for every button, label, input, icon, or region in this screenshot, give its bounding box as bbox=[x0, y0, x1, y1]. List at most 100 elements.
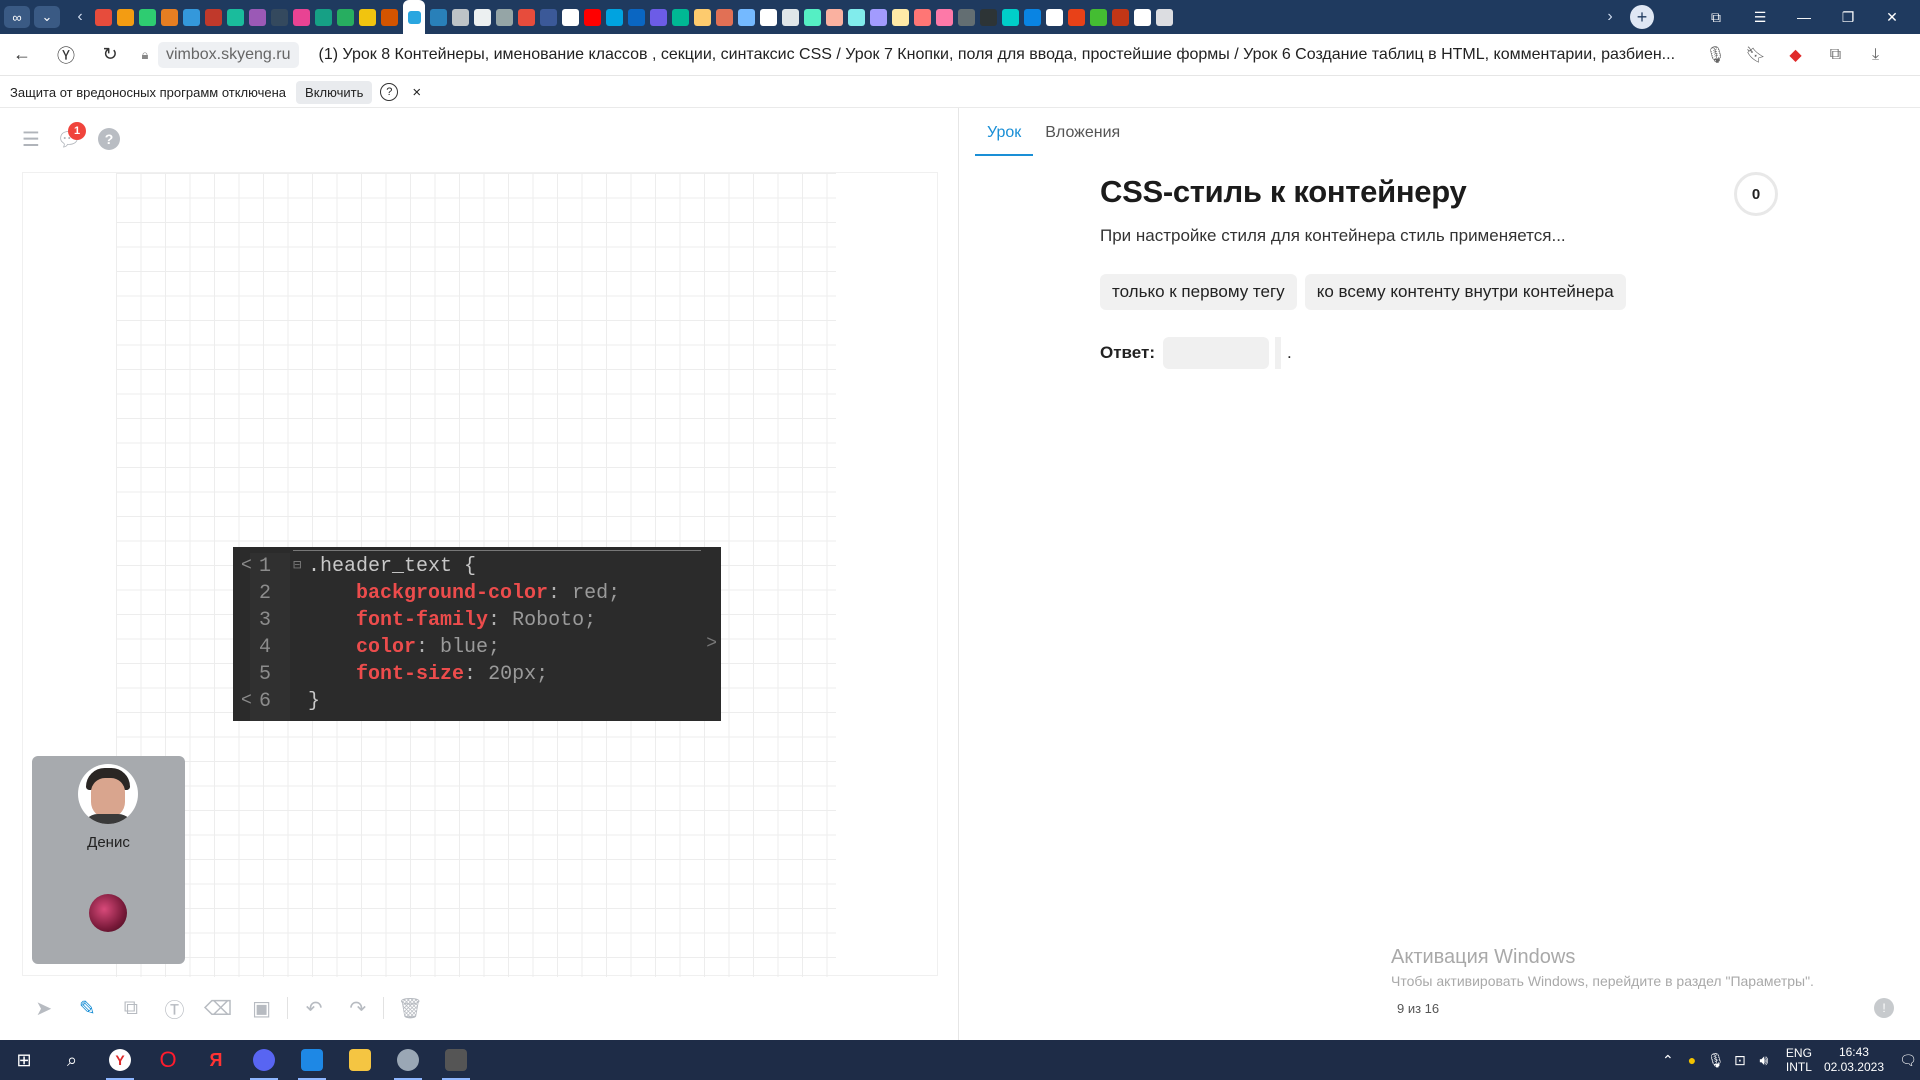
option-all-content[interactable]: ко всему контенту внутри контейнера bbox=[1304, 274, 1626, 310]
downloads-icon[interactable]: ⤓ bbox=[1859, 34, 1893, 76]
extension-icon[interactable]: ◆ bbox=[1779, 34, 1813, 76]
game-launcher-icon[interactable] bbox=[432, 1040, 480, 1080]
option-first-tag[interactable]: только к первому тегу bbox=[1100, 274, 1297, 310]
collections-add-icon[interactable]: ⧉ bbox=[1819, 34, 1853, 76]
participant-video-card[interactable]: Денис bbox=[32, 756, 185, 964]
tab-favicon[interactable] bbox=[430, 8, 447, 26]
tab-favicon[interactable] bbox=[315, 8, 332, 26]
tab-favicon[interactable] bbox=[892, 8, 909, 26]
browser-menu-icon[interactable]: ∞ bbox=[4, 6, 30, 28]
tray-microphone-icon[interactable]: 🎙︎ bbox=[1704, 1052, 1728, 1069]
tab-favicon[interactable] bbox=[672, 8, 689, 26]
page-title-in-address-bar[interactable]: (1) Урок 8 Контейнеры, именование классо… bbox=[319, 46, 1679, 64]
volume-icon[interactable]: 🔊︎ bbox=[1752, 1052, 1776, 1069]
tab-favicon[interactable] bbox=[958, 8, 975, 26]
microphone-icon[interactable]: 🎙︎ bbox=[1699, 34, 1733, 76]
new-tab-button[interactable]: + bbox=[1630, 5, 1654, 29]
help-icon[interactable]: ? bbox=[96, 126, 122, 152]
maximize-button[interactable]: ❐ bbox=[1826, 0, 1870, 34]
text-tool-icon[interactable]: Ⓣ bbox=[153, 990, 197, 1026]
tab-favicon[interactable] bbox=[1024, 8, 1041, 26]
tab-favicon[interactable] bbox=[381, 8, 398, 26]
tab-favicon[interactable] bbox=[562, 8, 579, 26]
answer-drop-slot[interactable] bbox=[1163, 337, 1269, 369]
tab-favicon[interactable] bbox=[650, 8, 667, 26]
notifications-icon[interactable]: 🗨︎ bbox=[1896, 1040, 1920, 1080]
network-icon[interactable]: ⊡ bbox=[1728, 1052, 1752, 1069]
tab-favicon[interactable] bbox=[359, 8, 376, 26]
browser-settings-icon[interactable]: ☰ bbox=[1738, 0, 1782, 34]
tab-favicon[interactable] bbox=[826, 8, 843, 26]
tab-favicon[interactable] bbox=[936, 8, 953, 26]
tab-favicon[interactable] bbox=[271, 8, 288, 26]
tab-favicon[interactable] bbox=[337, 8, 354, 26]
minimize-button[interactable]: — bbox=[1782, 0, 1826, 34]
tab-favicon[interactable] bbox=[694, 8, 711, 26]
tab-favicon[interactable] bbox=[1090, 8, 1107, 26]
tab-favicon[interactable] bbox=[584, 8, 601, 26]
clock[interactable]: 16:43 02.03.2023 bbox=[1824, 1045, 1884, 1075]
tab-favicon[interactable] bbox=[760, 8, 777, 26]
notice-close-icon[interactable]: × bbox=[412, 84, 421, 101]
tab-favicon[interactable] bbox=[205, 8, 222, 26]
language-indicator[interactable]: ENG INTL bbox=[1786, 1046, 1812, 1074]
tab-favicon[interactable] bbox=[980, 8, 997, 26]
tabs-dropdown-icon[interactable]: ⌄ bbox=[34, 6, 60, 28]
support-chat-icon[interactable]: ! bbox=[1874, 998, 1894, 1018]
tab-favicon[interactable] bbox=[1134, 8, 1151, 26]
tab-favicon[interactable] bbox=[1002, 8, 1019, 26]
tab-favicon[interactable] bbox=[848, 8, 865, 26]
tab-favicon[interactable] bbox=[738, 8, 755, 26]
tab-favicon[interactable] bbox=[518, 8, 535, 26]
pointer-tool-icon[interactable]: ➤ bbox=[22, 990, 66, 1026]
tabs-scroll-right-icon[interactable]: › bbox=[1600, 8, 1620, 26]
tab-favicon[interactable] bbox=[606, 8, 623, 26]
tab-favicon[interactable] bbox=[452, 8, 469, 26]
tab-favicon[interactable] bbox=[540, 8, 557, 26]
search-icon[interactable]: ⌕ bbox=[48, 1040, 96, 1080]
tab-favicon[interactable] bbox=[914, 8, 931, 26]
tabs-scroll-left-icon[interactable]: ‹ bbox=[70, 8, 90, 26]
notice-help-icon[interactable]: ? bbox=[380, 83, 399, 101]
file-explorer-icon[interactable] bbox=[336, 1040, 384, 1080]
redo-icon[interactable]: ↷ bbox=[336, 990, 380, 1026]
yandex-icon[interactable]: Я bbox=[192, 1040, 240, 1080]
shapes-tool-icon[interactable]: ⧉ bbox=[109, 990, 153, 1026]
close-window-button[interactable]: ✕ bbox=[1870, 0, 1914, 34]
tab-favicon[interactable] bbox=[227, 8, 244, 26]
tab-favicon[interactable] bbox=[1046, 8, 1063, 26]
undo-icon[interactable]: ↶ bbox=[292, 990, 336, 1026]
tab-favicon[interactable] bbox=[1068, 8, 1085, 26]
tab-favicon[interactable] bbox=[1156, 8, 1173, 26]
tab-favicon[interactable] bbox=[95, 8, 112, 26]
tab-favicon[interactable] bbox=[628, 8, 645, 26]
back-arrow-icon[interactable]: ← bbox=[0, 34, 44, 76]
discord-icon[interactable] bbox=[240, 1040, 288, 1080]
bookmark-icon[interactable]: 🔖︎ bbox=[1739, 34, 1773, 76]
code-snippet-image[interactable]: <1 ⊟ .header_text {2 background-color: red… bbox=[233, 547, 721, 721]
tab-favicon[interactable] bbox=[870, 8, 887, 26]
tab-favicon[interactable] bbox=[496, 8, 513, 26]
tab-favicon[interactable] bbox=[161, 8, 178, 26]
tab-favicon[interactable] bbox=[804, 8, 821, 26]
tab-favicon[interactable] bbox=[716, 8, 733, 26]
windows-start-icon[interactable]: ⊞ bbox=[0, 1040, 48, 1080]
image-tool-icon[interactable]: ▣ bbox=[240, 990, 284, 1026]
yandex-browser-icon[interactable]: Y bbox=[96, 1040, 144, 1080]
tab-favicon[interactable] bbox=[139, 8, 156, 26]
tab-attachments[interactable]: Вложения bbox=[1033, 118, 1132, 156]
tray-app-icon[interactable]: ● bbox=[1680, 1052, 1704, 1068]
trash-icon[interactable]: 🗑︎ bbox=[388, 990, 432, 1026]
active-tab[interactable] bbox=[403, 0, 425, 34]
enable-protection-button[interactable]: Включить bbox=[296, 80, 373, 104]
reload-icon[interactable]: ↻ bbox=[88, 34, 132, 76]
tab-favicon[interactable] bbox=[1112, 8, 1129, 26]
app-icon[interactable] bbox=[384, 1040, 432, 1080]
tab-lesson[interactable]: Урок bbox=[975, 118, 1034, 156]
collections-icon[interactable]: ⧉ bbox=[1694, 0, 1738, 34]
tray-expand-icon[interactable]: ⌃ bbox=[1656, 1052, 1680, 1069]
teacher-mini-avatar[interactable] bbox=[89, 894, 127, 932]
url-domain[interactable]: vimbox.skyeng.ru bbox=[158, 41, 299, 68]
tab-favicon[interactable] bbox=[782, 8, 799, 26]
tab-favicon[interactable] bbox=[249, 8, 266, 26]
